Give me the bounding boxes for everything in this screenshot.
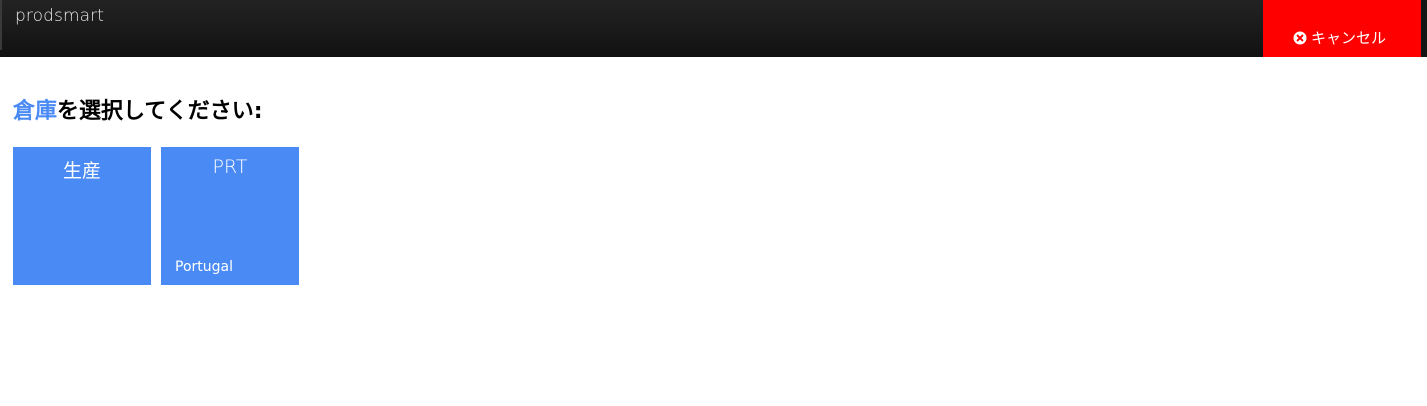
warehouse-tile[interactable]: 生産 bbox=[13, 147, 151, 285]
warehouse-tile-title: PRT bbox=[212, 156, 248, 178]
cancel-button-content: キャンセル bbox=[1293, 27, 1386, 48]
page-title-text: を選択してください: bbox=[57, 99, 263, 124]
warehouse-tile-title: 生産 bbox=[62, 160, 101, 182]
cancel-button[interactable]: キャンセル bbox=[1263, 0, 1421, 57]
warehouse-tile[interactable]: PRT Portugal bbox=[161, 147, 299, 285]
cancel-button-label: キャンセル bbox=[1311, 29, 1387, 47]
times-circle-icon bbox=[1293, 31, 1307, 45]
top-bar: prodsmart キャンセル bbox=[0, 0, 1427, 57]
top-bar-right-edge bbox=[1421, 0, 1427, 57]
warehouse-tile-subtitle: Portugal bbox=[175, 259, 233, 275]
page-title-accent: 倉庫 bbox=[13, 99, 58, 124]
top-bar-edge bbox=[0, 0, 2, 50]
app-logo[interactable]: prodsmart bbox=[15, 6, 104, 26]
page-title: 倉庫を選択してください: bbox=[13, 93, 263, 125]
